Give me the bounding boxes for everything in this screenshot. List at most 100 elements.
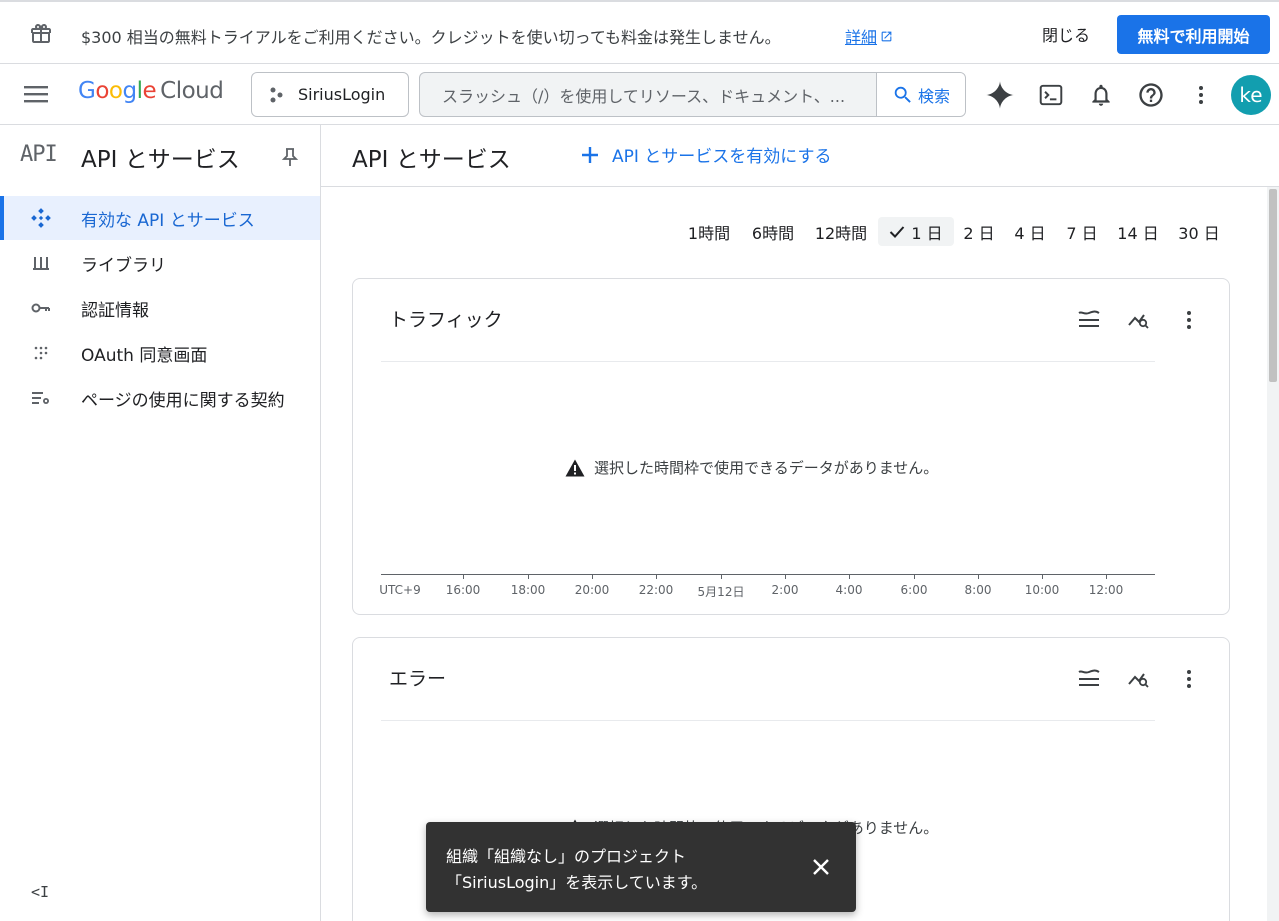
more-vert-icon[interactable] [1176, 666, 1202, 692]
x-axis-tick-mark [849, 574, 850, 579]
range-1d[interactable]: 1 日 [878, 217, 954, 246]
account-avatar[interactable]: ke [1231, 75, 1271, 115]
main-header: API とサービス API とサービスを有効にする [321, 125, 1279, 187]
x-axis-tick-mark [592, 574, 593, 579]
enable-apis-button[interactable]: API とサービスを有効にする [580, 142, 831, 167]
pin-icon[interactable] [281, 147, 299, 167]
enable-apis-label[interactable]: API とサービスを有効にする [612, 142, 831, 167]
x-axis-tick-label: 16:00 [445, 583, 481, 597]
logo-google-text[interactable]: Google [78, 78, 157, 104]
x-axis-tick-mark [914, 574, 915, 579]
x-axis-tick-label: 12:00 [1088, 583, 1124, 597]
close-icon[interactable] [809, 855, 833, 879]
search-bar[interactable]: スラッシュ（/）を使用してリソース、ドキュメント、... 検索 [419, 72, 966, 117]
search-input[interactable]: スラッシュ（/）を使用してリソース、ドキュメント、... [420, 73, 876, 116]
card-title: トラフィック [389, 309, 503, 331]
x-axis-tick-mark [1106, 574, 1107, 579]
x-axis-tick-label: UTC+9 [379, 583, 421, 597]
x-axis-tick-label: 18:00 [510, 583, 546, 597]
search-button[interactable]: 検索 [876, 73, 965, 116]
x-axis-tick-label: 4:00 [835, 583, 863, 597]
banner-close-button[interactable]: 閉じる [1026, 16, 1106, 52]
x-axis-tick-label: 20:00 [574, 583, 610, 597]
settings-list-icon [30, 388, 52, 408]
x-axis-tick-label: 6:00 [900, 583, 928, 597]
x-axis-tick-label: 5月12日 [697, 585, 745, 599]
snackbar-line-2: 「SiriusLogin」を表示しています。 [446, 873, 708, 892]
range-12h[interactable]: 12時間 [810, 217, 872, 246]
project-picker-button[interactable]: SiriusLogin [251, 72, 409, 117]
range-1h[interactable]: 1時間 [682, 217, 736, 246]
scrollbar-thumb[interactable] [1269, 189, 1277, 382]
x-axis-tick-label: 2:00 [771, 583, 799, 597]
card-divider [381, 361, 1155, 362]
x-axis-tick-label: 22:00 [638, 583, 674, 597]
sidebar-item-page-usage-agreements[interactable]: ページの使用に関する契約 [0, 376, 320, 420]
project-dots-icon [270, 87, 283, 102]
details-link-label[interactable]: 詳細 [845, 24, 877, 48]
sidebar-item-label: 認証情報 [81, 300, 149, 321]
project-name[interactable]: SiriusLogin [298, 85, 385, 104]
sidebar: API API とサービス 有効な API とサービス ライブラリ 認証情報 O… [0, 125, 321, 921]
range-6h[interactable]: 6時間 [746, 217, 800, 246]
main-scrollbar[interactable] [1267, 187, 1279, 921]
sidebar-item-label: ページの使用に関する契約 [81, 390, 285, 411]
plus-icon [582, 146, 598, 163]
range-14d[interactable]: 14 日 [1113, 217, 1163, 246]
sidebar-item-label: 有効な API とサービス [81, 210, 255, 231]
no-data-text: 選択した時間枠で使用できるデータがありません。 [594, 459, 939, 477]
start-free-trial-button[interactable]: 無料で利用開始 [1117, 15, 1270, 54]
x-axis-tick-mark [656, 574, 657, 579]
explore-chart-icon[interactable] [1126, 666, 1152, 692]
legend-toggle-icon[interactable] [1076, 666, 1102, 692]
range-7d[interactable]: 7 日 [1061, 217, 1103, 246]
page-title: API とサービス [352, 147, 511, 173]
x-axis-tick-mark [1042, 574, 1043, 579]
range-30d[interactable]: 30 日 [1173, 217, 1225, 246]
x-axis-tick-mark [785, 574, 786, 579]
legend-toggle-icon[interactable] [1076, 307, 1102, 333]
x-axis-tick-mark [721, 574, 722, 579]
explore-chart-icon[interactable] [1126, 307, 1152, 333]
api-badge-icon: API [20, 142, 58, 167]
x-axis-tick-mark [978, 574, 979, 579]
gemini-sparkle-icon[interactable] [985, 80, 1015, 110]
snackbar-line-1: 組織「組織なし」のプロジェクト [446, 847, 687, 866]
more-vert-icon[interactable] [1186, 80, 1216, 110]
sidebar-item-label: OAuth 同意画面 [81, 345, 208, 366]
warning-icon [565, 459, 585, 476]
cloud-shell-terminal-icon[interactable] [1036, 80, 1066, 110]
api-diamond-icon [30, 208, 52, 228]
external-link-icon [881, 31, 892, 41]
sidebar-item-credentials[interactable]: 認証情報 [0, 286, 320, 330]
details-link[interactable]: 詳細 [845, 24, 893, 48]
help-question-icon[interactable] [1136, 80, 1166, 110]
logo-cloud-text[interactable]: Cloud [160, 78, 224, 104]
gift-icon [31, 24, 51, 43]
range-4d[interactable]: 4 日 [1009, 217, 1051, 246]
x-axis-tick-mark [528, 574, 529, 579]
traffic-card: トラフィック 選択した時間枠で使用できるデータがありません。 UTC+9 16:0… [352, 278, 1230, 615]
project-snackbar: 組織「組織なし」のプロジェクト 「SiriusLogin」を表示しています。 [426, 822, 856, 912]
sidebar-item-library[interactable]: ライブラリ [0, 241, 320, 285]
notifications-bell-icon[interactable] [1086, 80, 1116, 110]
x-axis-tick-mark [463, 574, 464, 579]
sidebar-header: API API とサービス [0, 125, 320, 187]
x-axis-tick-label: 10:00 [1024, 583, 1060, 597]
search-button-label[interactable]: 検索 [918, 83, 950, 107]
card-divider [381, 720, 1155, 721]
sidebar-item-oauth-consent[interactable]: OAuth 同意画面 [0, 331, 320, 375]
sidebar-item-enabled-apis[interactable]: 有効な API とサービス [0, 196, 320, 240]
top-header: Google Cloud SiriusLogin スラッシュ（/）を使用してリソー… [0, 64, 1279, 125]
check-icon [890, 225, 905, 238]
more-vert-icon[interactable] [1176, 307, 1202, 333]
range-1d-label[interactable]: 1 日 [911, 220, 942, 244]
key-icon [30, 298, 52, 318]
google-cloud-logo[interactable]: Google Cloud [78, 78, 224, 104]
oauth-dots-icon [30, 343, 52, 363]
search-icon [894, 86, 911, 103]
collapse-sidebar-button[interactable]: <I [31, 883, 49, 901]
range-2d[interactable]: 2 日 [958, 217, 1000, 246]
x-axis-line [381, 574, 1155, 575]
hamburger-menu-icon[interactable] [22, 82, 50, 106]
